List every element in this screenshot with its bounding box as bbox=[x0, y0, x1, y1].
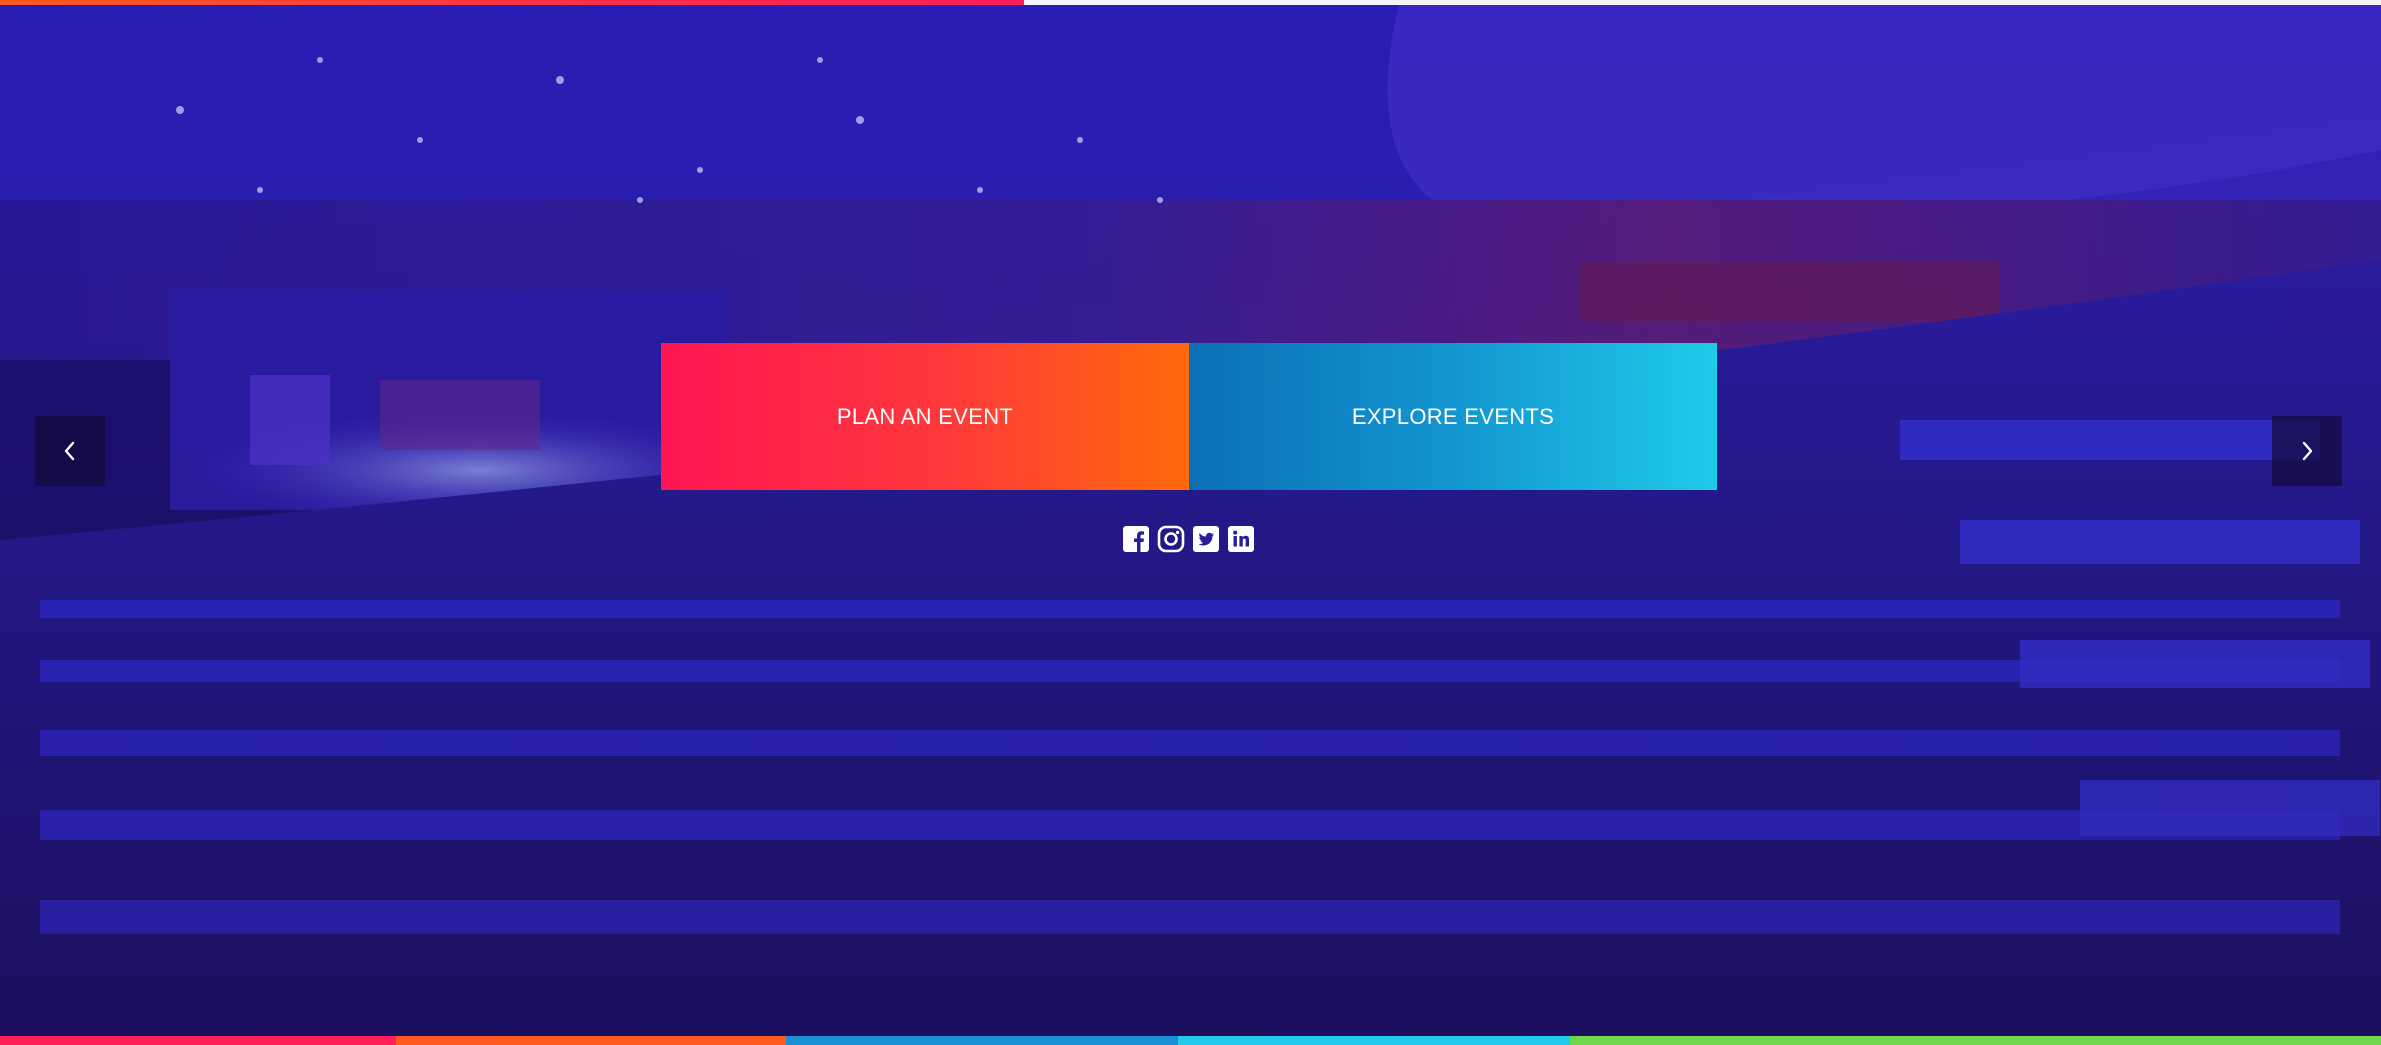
instagram-icon[interactable] bbox=[1157, 525, 1185, 553]
bottom-bar-segment-cyan bbox=[1178, 1036, 1570, 1045]
chevron-left-icon bbox=[64, 441, 75, 461]
hero-slider: PLAN AN EVENT EXPLORE EVENTS bbox=[0, 0, 2381, 1045]
bottom-bar-segment-orange bbox=[396, 1036, 786, 1045]
facebook-icon[interactable] bbox=[1122, 525, 1150, 553]
social-links bbox=[1122, 525, 1255, 553]
plan-an-event-button[interactable]: PLAN AN EVENT bbox=[661, 343, 1189, 490]
background-overlay bbox=[0, 0, 2381, 1045]
explore-events-button[interactable]: EXPLORE EVENTS bbox=[1189, 343, 1717, 490]
slider-next-button[interactable] bbox=[2272, 416, 2342, 486]
bottom-color-bar bbox=[0, 1036, 2381, 1045]
bottom-bar-segment-blue bbox=[786, 1036, 1178, 1045]
chevron-right-icon bbox=[2302, 441, 2313, 461]
twitter-icon[interactable] bbox=[1192, 525, 1220, 553]
linkedin-icon[interactable] bbox=[1227, 525, 1255, 553]
explore-events-label: EXPLORE EVENTS bbox=[1351, 403, 1555, 429]
slider-prev-button[interactable] bbox=[35, 416, 105, 486]
slider-progress-fill bbox=[0, 0, 1024, 5]
plan-an-event-label: PLAN AN EVENT bbox=[836, 403, 1014, 429]
bottom-bar-segment-green bbox=[1570, 1036, 2381, 1045]
bottom-bar-segment-red bbox=[0, 1036, 396, 1045]
slider-progress-track bbox=[0, 0, 2381, 5]
